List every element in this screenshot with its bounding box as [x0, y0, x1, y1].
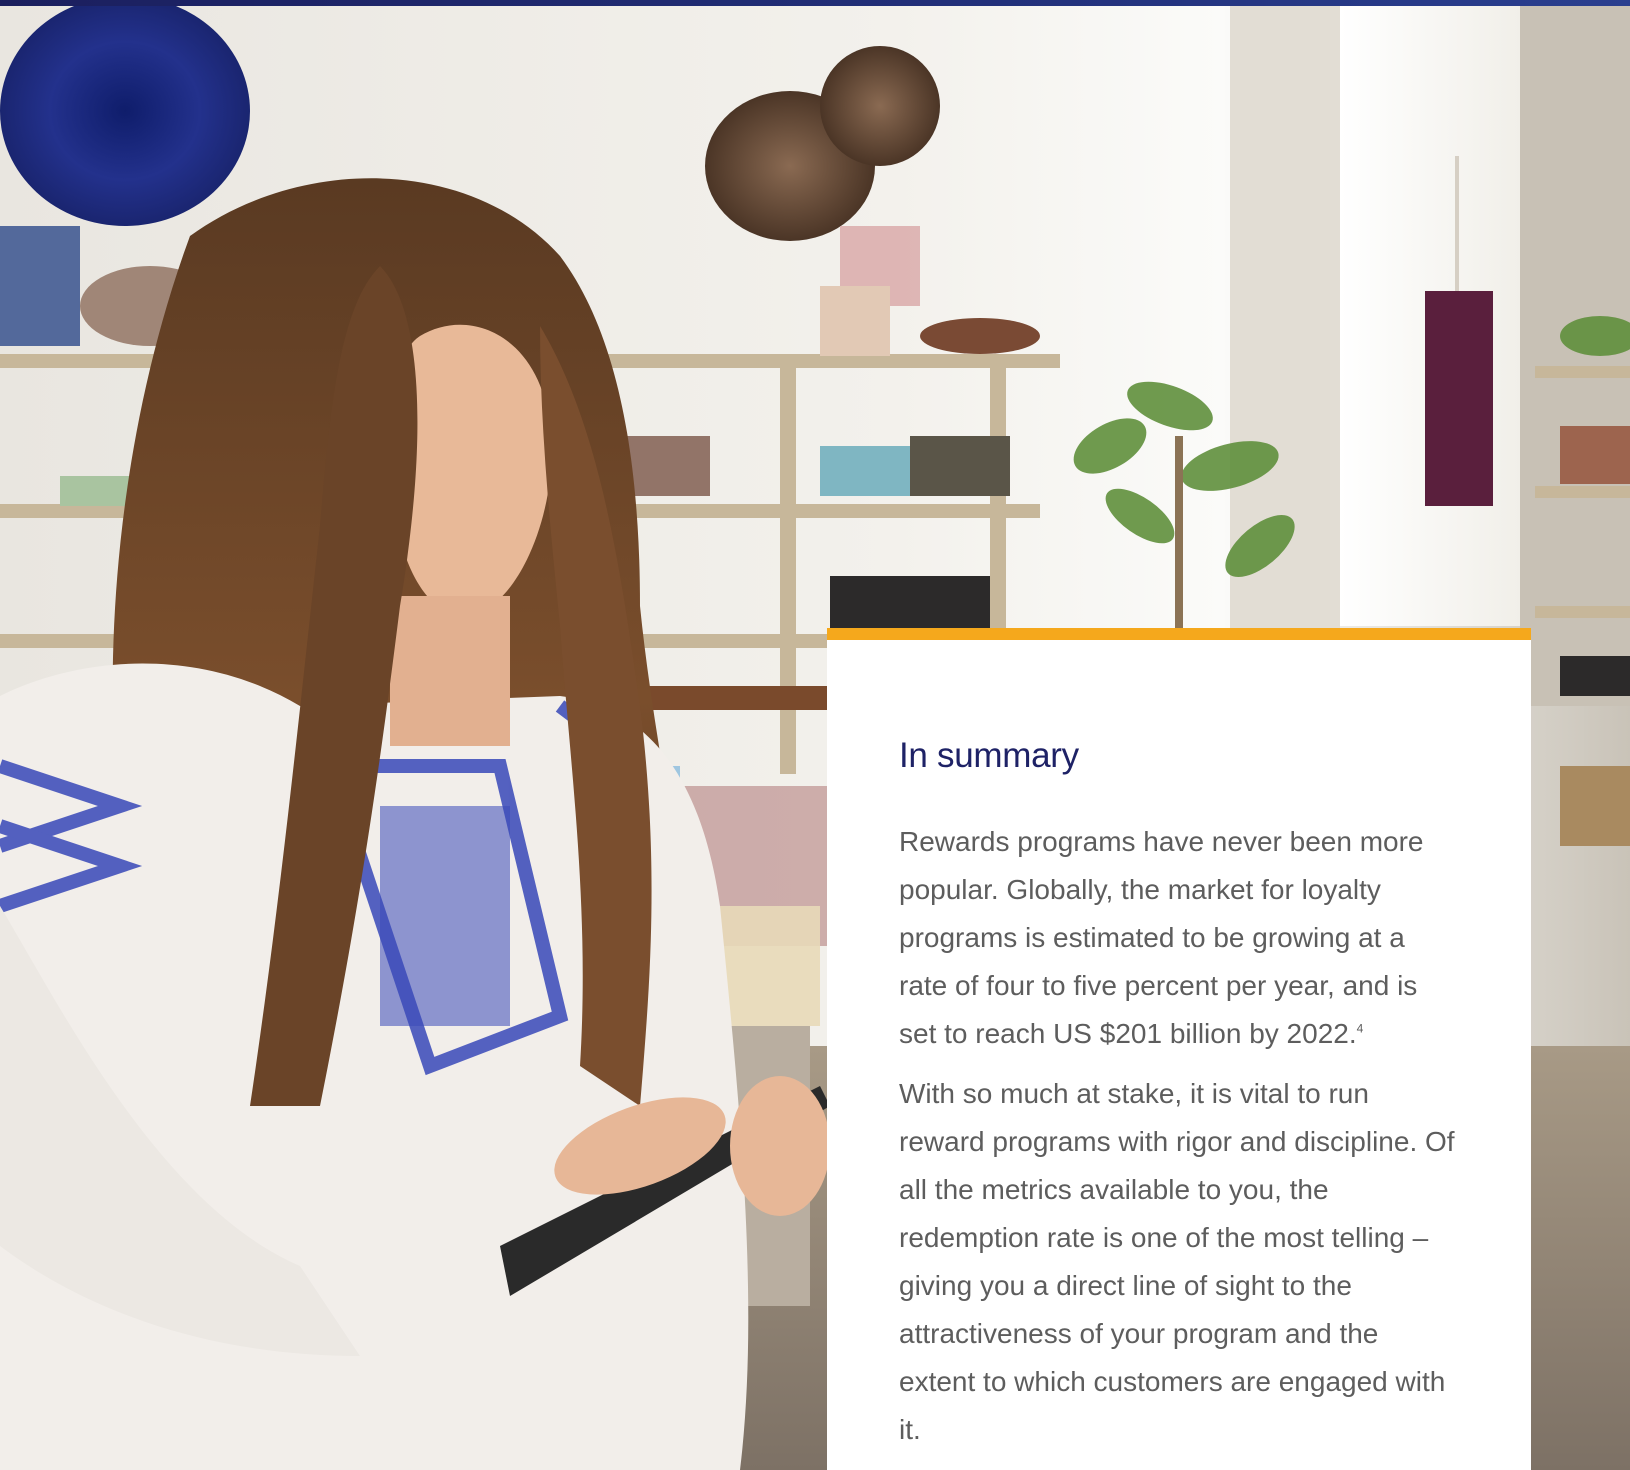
- summary-card: In summary Rewards programs have never b…: [827, 628, 1531, 1470]
- footnote-reference: 4: [1356, 1021, 1364, 1036]
- summary-body: Rewards programs have never been more po…: [899, 818, 1459, 1466]
- summary-paragraph-1: Rewards programs have never been more po…: [899, 818, 1459, 1058]
- summary-paragraph-2: With so much at stake, it is vital to ru…: [899, 1078, 1455, 1445]
- summary-paragraph-1-text: Rewards programs have never been more po…: [899, 826, 1424, 1049]
- summary-title: In summary: [899, 736, 1079, 775]
- card-accent-bar: [827, 628, 1531, 640]
